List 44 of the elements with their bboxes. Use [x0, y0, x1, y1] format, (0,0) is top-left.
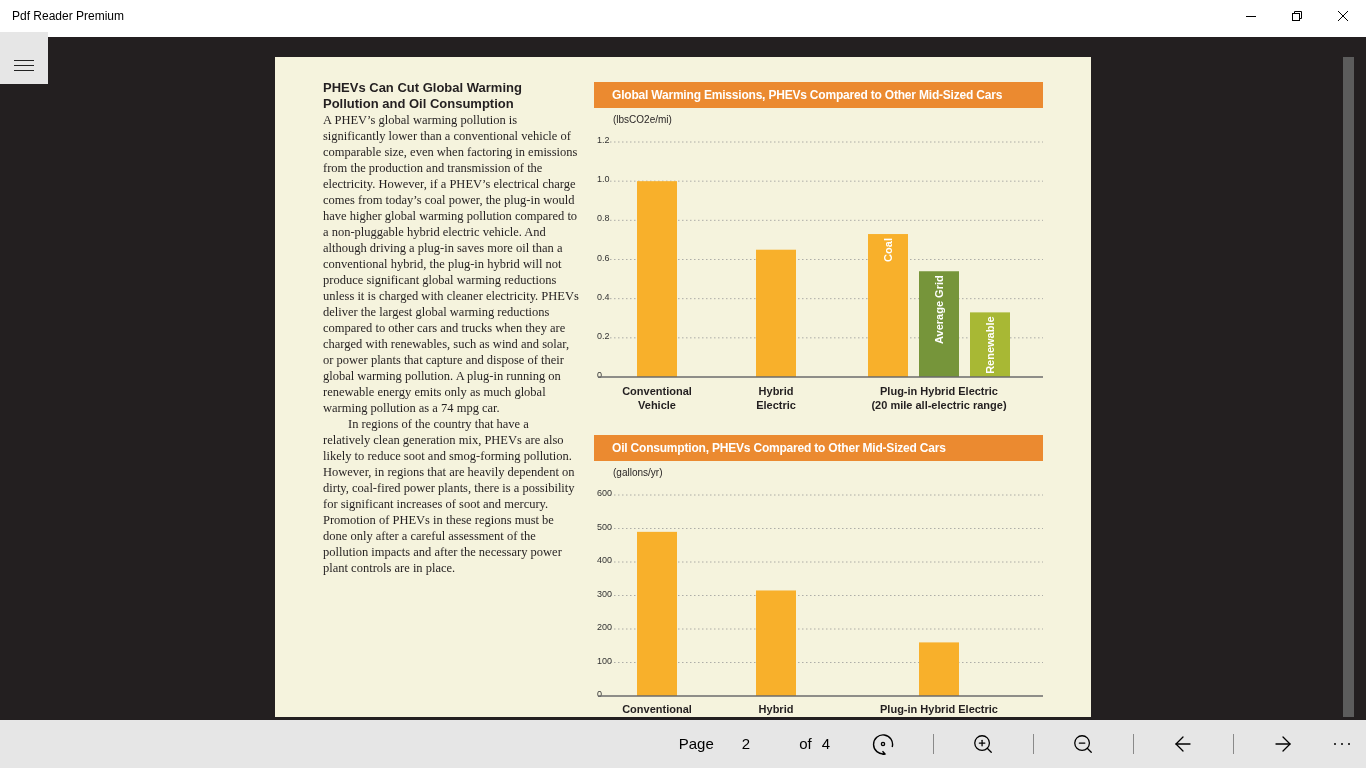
y-tick-label: 200: [597, 622, 613, 632]
y-tick-label: 500: [597, 521, 613, 532]
close-icon: [1338, 11, 1348, 21]
page-label: Page: [678, 734, 714, 754]
minimize-icon: [1246, 15, 1256, 17]
y-tick-label: 1.2: [597, 135, 610, 145]
chart-title: Oil Consumption, PHEVs Compared to Other Mid-Sized Cars: [594, 435, 1043, 461]
page-number: 2: [741, 734, 751, 754]
y-tick-label: 0: [597, 689, 602, 699]
page-of-label: of: [799, 734, 812, 754]
y-tick-label: 100: [597, 655, 613, 666]
category-label: Conventional Vehicle: [622, 384, 692, 412]
y-tick-label: 1.0: [597, 174, 610, 185]
y-tick-label: 0.4: [597, 291, 610, 302]
y-tick-label: 0.2: [597, 330, 610, 341]
restore-icon: [1292, 11, 1302, 21]
scrollbar[interactable]: [1343, 57, 1354, 717]
chart-title: Global Warming Emissions, PHEVs Compared to Other Mid-Sized Cars: [594, 82, 1043, 108]
category-label: Conventional: [622, 703, 692, 716]
y-tick-label: 400: [597, 555, 613, 565]
menu-icon: [14, 60, 34, 71]
category-label: Hybrid: [758, 703, 794, 716]
bar-label: Average Grid: [933, 275, 945, 344]
zoom-in-icon: [972, 733, 994, 755]
article-heading: PHEVs Can Cut Global Warming Pollution and Oil Consumption: [323, 80, 523, 112]
y-tick-label: 0.6: [597, 252, 610, 263]
bar-label: Renewable: [984, 316, 996, 374]
category-label: Plug-in Hybrid Electric (20 mile all-electric range): [871, 384, 1007, 412]
category-label: Hybrid Electric: [756, 384, 796, 412]
category-label: Plug-in Hybrid Electric: [880, 703, 998, 716]
menu-button[interactable]: [0, 32, 48, 84]
y-tick-label: 600: [597, 488, 613, 498]
article-paragraph: In regions of the country that have a relatively clean generation mix, PHEVs are also likely to reduce soot and smog-forming pollution. However, in regions that are heavily dependent on dirty, coal-fired power plants, there is a possibility for significant increases of soot and mercury. Promotion of PHEVs in these regions must be done only after a careful assessment of the pollution impacts and after the necessary power plant controls are in place.: [323, 416, 576, 576]
article-paragraph: A PHEV’s global warming pollution is significantly lower than a conventional vehicle of comparable size, even when factoring in emissions from the production and transmission of the electricity. However, if a PHEV’s electrical charge comes from today’s coal power, the plug-in would have higher global warming pollution compared to a non-pluggable hybrid electric vehicle. And although driving a plug-in saves more oil than a conventional hybrid, the plug-in hybrid will not produce significant global warming reductions unless it is charged with cleaner electricity. PHEVs deliver the largest global warming reductions compared to other cars and trucks when they are charged with renewables, such as wind and solar, or power plants that capture and dispose of their global warming pollution. A plug-in running on renewable energy emits only as much global warming pollution as a 74 mpg car.: [323, 112, 579, 416]
y-tick-label: 300: [597, 588, 613, 599]
bar-label: Coal: [882, 238, 894, 262]
zoom-out-icon: [1072, 733, 1094, 755]
rotate-icon: [872, 733, 894, 755]
page-count: 4: [821, 734, 830, 754]
y-tick-label: 0: [597, 370, 602, 380]
window-title: Pdf Reader Premium: [12, 8, 125, 25]
y-tick-label: 0.8: [597, 213, 610, 224]
axis-unit-label: (gallons/yr): [613, 467, 663, 478]
axis-unit-label: (lbsCO2e/mi): [613, 114, 672, 125]
